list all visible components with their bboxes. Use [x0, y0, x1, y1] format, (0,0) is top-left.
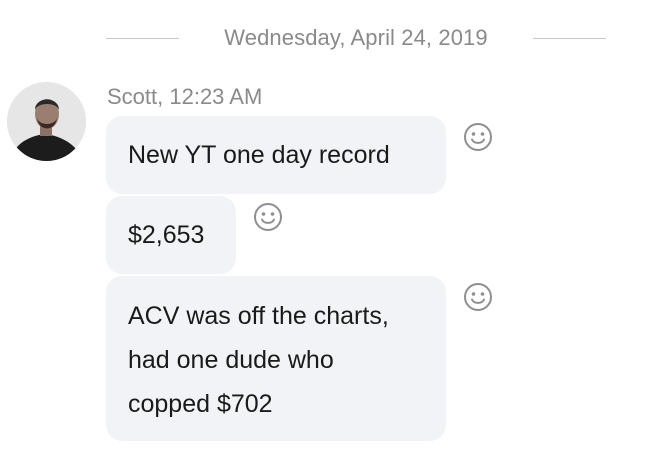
- message-bubble[interactable]: New YT one day record: [106, 116, 446, 194]
- divider-line-left: [106, 37, 179, 39]
- date-divider: Wednesday, April 24, 2019: [106, 24, 606, 52]
- message-text-line: ACV was off the charts,: [128, 302, 389, 330]
- message-bubble[interactable]: ACV was off the charts, had one dude who…: [106, 276, 446, 441]
- message-bubble[interactable]: $2,653: [106, 196, 236, 274]
- smiley-face-icon[interactable]: [253, 202, 283, 232]
- avatar[interactable]: [7, 82, 86, 161]
- avatar-photo: [7, 82, 86, 161]
- message-text-line: had one dude who: [128, 346, 334, 374]
- divider-line-right: [532, 37, 606, 39]
- date-label: Wednesday, April 24, 2019: [224, 25, 488, 50]
- smiley-face-icon[interactable]: [463, 122, 493, 152]
- message-text: New YT one day record: [128, 141, 390, 169]
- smiley-face-icon[interactable]: [463, 282, 493, 312]
- message-text: $2,653: [128, 221, 205, 249]
- message-text-line: copped $702: [128, 390, 273, 418]
- sender-timestamp: Scott, 12:23 AM: [107, 84, 263, 109]
